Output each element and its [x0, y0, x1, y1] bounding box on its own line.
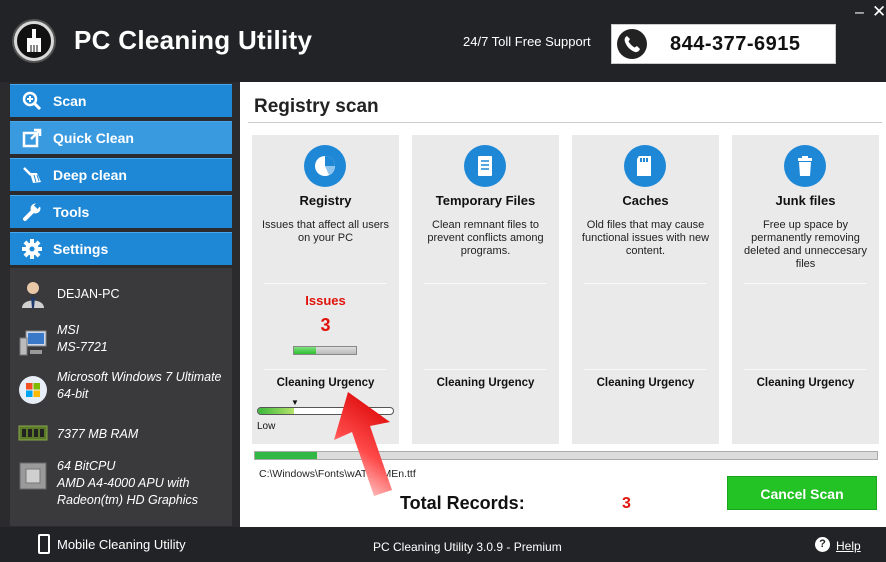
sd-card-icon — [624, 145, 666, 187]
page-title: Registry scan — [254, 96, 379, 117]
app-title: PC Cleaning Utility — [74, 25, 313, 55]
help-link[interactable]: Help — [836, 539, 861, 553]
card-divider — [744, 283, 867, 284]
total-records-label: Total Records: — [400, 493, 525, 513]
model-line2: MS-7721 — [57, 340, 108, 354]
model-line1: MSI — [57, 323, 80, 337]
card-divider — [424, 283, 547, 284]
cpu-line2: AMD A4-4000 APU with — [57, 476, 190, 490]
sidebar-item-scan[interactable]: Scan — [10, 84, 232, 117]
card-temporary-files[interactable]: Temporary Files Clean remnant files to p… — [412, 135, 559, 444]
cancel-scan-button[interactable]: Cancel Scan — [727, 476, 877, 510]
sidebar-item-quick-clean[interactable]: Quick Clean — [10, 121, 232, 154]
scan-progress-fill — [255, 452, 318, 459]
card-title: Caches — [622, 193, 669, 208]
sidebar-item-label: Deep clean — [53, 167, 127, 183]
card-divider — [264, 369, 387, 370]
app-logo-icon — [14, 21, 54, 61]
issues-label: Issues — [305, 293, 346, 308]
card-title: Registry — [299, 193, 352, 208]
sidebar-item-label: Settings — [53, 241, 109, 257]
sidebar: Scan Quick Clean Deep clean Tools Settin… — [0, 82, 240, 527]
pc-name: DEJAN-PC — [57, 287, 120, 301]
broom-icon — [23, 167, 41, 183]
close-button[interactable]: ✕ — [872, 2, 886, 22]
external-link-icon — [22, 128, 42, 148]
cleaning-urgency-label: Cleaning Urgency — [756, 377, 855, 389]
ram-value: 7377 MB RAM — [57, 427, 139, 441]
cpu-line3: Radeon(tm) HD Graphics — [57, 493, 199, 507]
card-description: Issues that affect all users on your PC — [262, 219, 389, 244]
os-line2: 64-bit — [57, 387, 89, 401]
system-info-panel: DEJAN-PC MSI MS-7721 Microsoft Windows 7… — [10, 268, 232, 526]
urgency-bar-fill — [258, 408, 295, 414]
sidebar-item-tools[interactable]: Tools — [10, 195, 232, 228]
sidebar-item-label: Quick Clean — [53, 130, 134, 146]
trash-icon — [784, 145, 826, 187]
sidebar-item-deep-clean[interactable]: Deep clean — [10, 158, 232, 191]
mobile-cleaning-link[interactable]: Mobile Cleaning Utility — [57, 537, 186, 552]
minimize-button[interactable]: – — [855, 4, 864, 22]
issues-bar-fill — [294, 347, 316, 354]
issues-count: 3 — [320, 315, 331, 335]
magnify-plus-icon — [22, 91, 42, 111]
sidebar-item-label: Tools — [53, 204, 90, 220]
cleaning-urgency-label: Cleaning Urgency — [596, 377, 695, 389]
ram-chip-icon — [18, 425, 48, 441]
phone-number: 844-377-6915 — [670, 33, 801, 55]
user-icon — [22, 282, 44, 308]
card-divider — [584, 369, 707, 370]
cleaning-urgency-label: Cleaning Urgency — [436, 377, 535, 389]
support-text: 24/7 Toll Free Support — [463, 34, 591, 49]
document-icon — [464, 145, 506, 187]
card-description: Free up space by permanently removing de… — [744, 219, 867, 270]
computer-icon — [19, 330, 47, 356]
urgency-marker-icon: ▼ — [291, 398, 299, 407]
card-description: Clean remnant files to prevent conflicts… — [427, 219, 544, 257]
card-junk-files[interactable]: Junk files Free up space by permanently … — [732, 135, 879, 444]
total-records-value: 3 — [622, 495, 631, 512]
card-description: Old files that may cause functional issu… — [581, 219, 710, 257]
windows-logo-icon — [19, 376, 47, 404]
card-divider — [584, 283, 707, 284]
os-line1: Microsoft Windows 7 Ultimate — [57, 370, 222, 384]
title-bar: PC Cleaning Utility 24/7 Toll Free Suppo… — [0, 0, 886, 82]
title-divider — [248, 122, 882, 123]
mobile-phone-icon[interactable] — [38, 534, 50, 554]
card-caches[interactable]: Caches Old files that may cause function… — [572, 135, 719, 444]
red-arrow-icon — [334, 392, 392, 496]
sidebar-item-label: Scan — [53, 93, 87, 109]
wrench-icon — [23, 202, 42, 221]
card-divider — [264, 283, 387, 284]
gear-icon — [22, 239, 42, 259]
version-label: PC Cleaning Utility 3.0.9 - Premium — [373, 540, 562, 554]
help-icon[interactable]: ? — [815, 537, 830, 552]
card-divider — [744, 369, 867, 370]
cpu-line1: 64 BitCPU — [57, 459, 116, 473]
sidebar-item-settings[interactable]: Settings — [10, 232, 232, 265]
cpu-icon — [19, 462, 47, 490]
status-bar: Mobile Cleaning Utility PC Cleaning Util… — [0, 527, 886, 562]
card-title: Junk files — [775, 193, 836, 208]
card-title: Temporary Files — [435, 193, 536, 208]
phone-box[interactable]: 844-377-6915 — [611, 24, 836, 64]
urgency-low-label: Low — [257, 421, 276, 432]
card-divider — [424, 369, 547, 370]
pie-chart-icon — [304, 145, 346, 187]
phone-icon — [617, 29, 647, 59]
issues-bar — [293, 346, 357, 355]
